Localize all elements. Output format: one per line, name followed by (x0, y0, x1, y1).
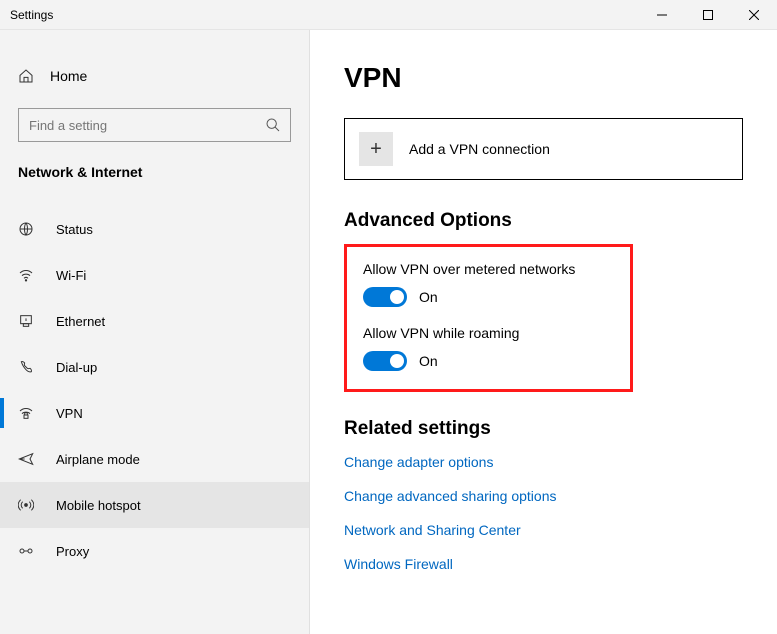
toggle-metered: Allow VPN over metered networks On (363, 261, 614, 307)
related-links: Change adapter options Change advanced s… (344, 454, 743, 572)
sidebar-item-proxy[interactable]: Proxy (0, 528, 309, 574)
wifi-icon (18, 267, 34, 283)
status-icon (18, 221, 34, 237)
link-sharing-options[interactable]: Change advanced sharing options (344, 488, 743, 504)
home-label: Home (50, 68, 87, 84)
ethernet-icon (18, 313, 34, 329)
add-vpn-label: Add a VPN connection (409, 141, 550, 157)
nav-label: VPN (56, 406, 83, 421)
add-vpn-button[interactable]: + Add a VPN connection (344, 118, 743, 180)
nav-label: Ethernet (56, 314, 105, 329)
sidebar-item-wifi[interactable]: Wi-Fi (0, 252, 309, 298)
toggle-metered-label: Allow VPN over metered networks (363, 261, 614, 277)
plus-icon: + (359, 132, 393, 166)
advanced-options-title: Advanced Options (344, 210, 743, 232)
nav-label: Status (56, 222, 93, 237)
close-button[interactable] (731, 0, 777, 30)
nav-list: Status Wi-Fi Ethernet Dial-up VPN Airpla… (0, 206, 309, 574)
highlight-box: Allow VPN over metered networks On Allow… (344, 244, 633, 392)
proxy-icon (18, 543, 34, 559)
home-icon (18, 68, 34, 84)
vpn-icon (18, 405, 34, 421)
toggle-roaming: Allow VPN while roaming On (363, 325, 614, 371)
dialup-icon (18, 359, 34, 375)
search-wrap (18, 108, 291, 142)
page-title: VPN (344, 62, 743, 94)
toggle-metered-state: On (419, 289, 438, 305)
sidebar-item-hotspot[interactable]: Mobile hotspot (0, 482, 309, 528)
sidebar-section-label: Network & Internet (0, 160, 309, 198)
sidebar-item-vpn[interactable]: VPN (0, 390, 309, 436)
toggle-roaming-state: On (419, 353, 438, 369)
airplane-icon (18, 451, 34, 467)
minimize-button[interactable] (639, 0, 685, 30)
titlebar: Settings (0, 0, 777, 30)
link-sharing-center[interactable]: Network and Sharing Center (344, 522, 743, 538)
main-content: VPN + Add a VPN connection Advanced Opti… (310, 30, 777, 634)
nav-label: Wi-Fi (56, 268, 86, 283)
link-firewall[interactable]: Windows Firewall (344, 556, 743, 572)
nav-label: Mobile hotspot (56, 498, 141, 513)
related-settings-title: Related settings (344, 418, 743, 440)
search-input[interactable] (18, 108, 291, 142)
hotspot-icon (18, 497, 34, 513)
window-title: Settings (0, 8, 53, 22)
toggle-roaming-label: Allow VPN while roaming (363, 325, 614, 341)
search-icon (265, 117, 281, 133)
nav-label: Dial-up (56, 360, 97, 375)
sidebar-item-status[interactable]: Status (0, 206, 309, 252)
sidebar: Home Network & Internet Status Wi-Fi Eth… (0, 30, 310, 634)
toggle-roaming-switch[interactable] (363, 351, 407, 371)
nav-label: Airplane mode (56, 452, 140, 467)
sidebar-item-ethernet[interactable]: Ethernet (0, 298, 309, 344)
maximize-button[interactable] (685, 0, 731, 30)
nav-label: Proxy (56, 544, 89, 559)
toggle-metered-switch[interactable] (363, 287, 407, 307)
sidebar-item-dialup[interactable]: Dial-up (0, 344, 309, 390)
sidebar-item-airplane[interactable]: Airplane mode (0, 436, 309, 482)
sidebar-home[interactable]: Home (0, 58, 309, 94)
link-adapter-options[interactable]: Change adapter options (344, 454, 743, 470)
